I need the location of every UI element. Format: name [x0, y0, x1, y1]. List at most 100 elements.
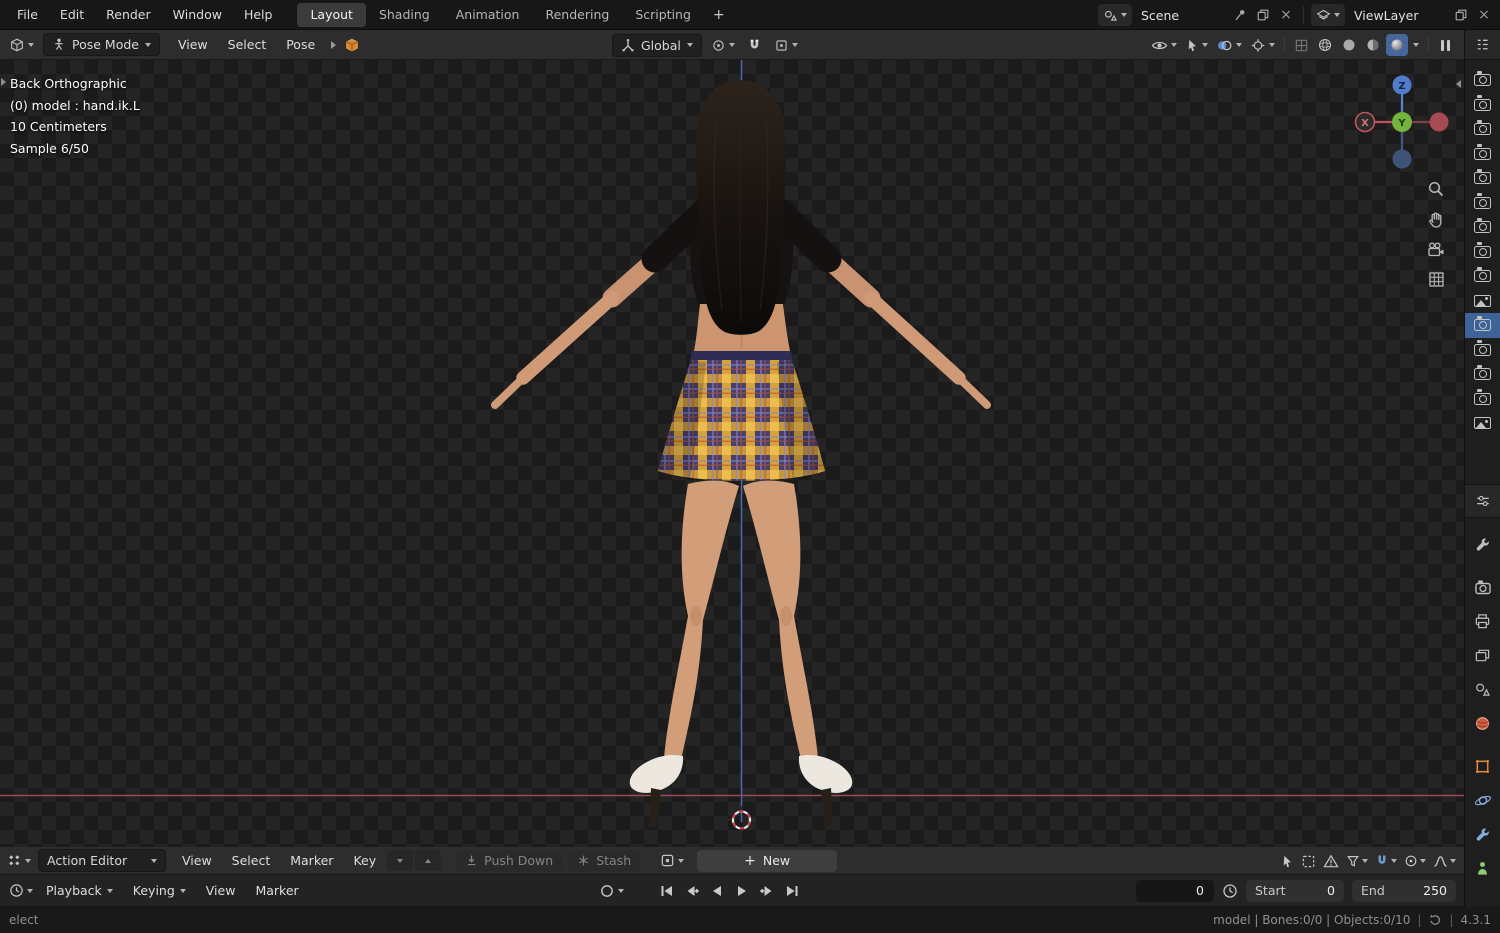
outliner-object-icon[interactable] [1465, 264, 1500, 289]
outliner-object-icon[interactable] [1465, 411, 1500, 436]
dope-menu-item[interactable]: Marker [280, 847, 343, 874]
outliner-object-icon[interactable] [1465, 191, 1500, 216]
jump-to-end-button[interactable] [780, 880, 803, 902]
tab-object-data[interactable] [1465, 852, 1500, 886]
push-down-button[interactable]: Push Down [456, 849, 563, 872]
camera-view-icon[interactable] [1427, 242, 1445, 258]
navigation-gizmo[interactable]: Z X Y [1342, 62, 1462, 182]
outliner-object-icon[interactable] [1465, 93, 1500, 118]
workspace-tab[interactable]: Rendering [532, 3, 622, 27]
gizmos-dropdown[interactable] [1247, 34, 1278, 56]
properties-header[interactable] [1465, 483, 1500, 518]
workspace-tab[interactable]: Layout [297, 2, 366, 27]
frame-end-field[interactable]: End 250 [1352, 879, 1456, 902]
dope-menu-item[interactable]: Select [222, 847, 281, 874]
gizmo-z-neg-axis[interactable] [1392, 149, 1412, 169]
dope-menu-item[interactable]: View [172, 847, 222, 874]
mode-dropdown[interactable]: Pose Mode [43, 33, 160, 56]
move-channel-down-button[interactable] [387, 850, 414, 871]
tab-output[interactable] [1465, 605, 1500, 639]
transform-orientation-dropdown[interactable]: Global [612, 33, 702, 57]
outliner-object-icon[interactable] [1465, 68, 1500, 93]
outliner-object-icon[interactable] [1465, 240, 1500, 265]
new-action-button[interactable]: New [697, 849, 838, 872]
action-editor-mode-dropdown[interactable]: Action Editor [38, 849, 166, 872]
viewport-menu-item[interactable]: Select [218, 30, 277, 59]
tab-modifiers[interactable] [1465, 818, 1500, 852]
workspace-tab[interactable]: Animation [443, 3, 533, 27]
tab-physics[interactable] [1465, 784, 1500, 818]
jump-to-start-button[interactable] [655, 880, 678, 902]
jump-next-keyframe-button[interactable] [755, 880, 778, 902]
workspace-tab[interactable]: Scripting [622, 3, 704, 27]
tab-scene[interactable] [1465, 673, 1500, 707]
shading-solid-button[interactable] [1338, 34, 1360, 56]
outliner-object-icon[interactable] [1465, 387, 1500, 412]
outliner-object-icon[interactable] [1465, 215, 1500, 240]
shading-wireframe-button[interactable] [1314, 34, 1336, 56]
timeline-menu-item[interactable]: View [196, 875, 246, 906]
scene-name-field[interactable]: Scene [1135, 8, 1227, 23]
show-hidden-box-icon[interactable] [1301, 854, 1316, 869]
overlays-dropdown[interactable] [1213, 34, 1245, 56]
jump-prev-keyframe-button[interactable] [680, 880, 703, 902]
xray-toggle[interactable] [1291, 34, 1312, 56]
dope-menu-item[interactable]: Key [343, 847, 386, 874]
selectability-dropdown[interactable] [1182, 34, 1211, 56]
auto-keying-toggle[interactable] [600, 884, 624, 898]
tab-tool[interactable] [1465, 528, 1500, 562]
play-button[interactable] [730, 880, 753, 902]
pause-render-button[interactable] [1435, 39, 1456, 51]
keyframe-interpolation-dropdown[interactable] [1433, 855, 1456, 868]
view-layer-selector[interactable] [1311, 4, 1345, 26]
frame-start-field[interactable]: Start 0 [1246, 879, 1344, 902]
tab-object[interactable] [1465, 750, 1500, 784]
tab-world[interactable] [1465, 707, 1500, 741]
gizmo-x-neg-axis[interactable] [1429, 112, 1449, 132]
menubar-item[interactable]: Render [95, 0, 162, 29]
outliner-object-icon[interactable] [1465, 338, 1500, 363]
viewport-menu-item[interactable]: View [168, 30, 218, 59]
shading-rendered-button[interactable] [1386, 34, 1408, 56]
outliner-object-icon[interactable] [1465, 313, 1500, 338]
tab-view-layer[interactable] [1465, 639, 1500, 673]
remove-view-layer-icon[interactable] [1474, 4, 1494, 26]
menubar-item[interactable]: File [6, 0, 49, 29]
playback-menu[interactable]: Playback [36, 875, 123, 906]
play-reverse-button[interactable] [705, 880, 728, 902]
shading-options-chevron-icon[interactable] [1413, 43, 1419, 47]
keying-menu[interactable]: Keying [123, 875, 196, 906]
tab-render[interactable] [1465, 571, 1500, 605]
menubar-item[interactable]: Edit [49, 0, 95, 29]
zoom-icon[interactable] [1427, 180, 1445, 198]
move-channel-up-button[interactable] [415, 850, 442, 871]
close-scene-icon[interactable] [1276, 4, 1296, 26]
browse-action-dropdown[interactable] [657, 850, 687, 872]
outliner-object-icon[interactable] [1465, 166, 1500, 191]
outliner-header[interactable] [1465, 30, 1500, 60]
dope-editor-type-dropdown[interactable] [4, 850, 34, 872]
pin-scene-icon[interactable] [1230, 4, 1250, 26]
visibility-dropdown[interactable] [1148, 34, 1180, 56]
outliner-object-icon[interactable] [1465, 117, 1500, 142]
menubar-item[interactable]: Help [233, 0, 284, 29]
new-view-layer-icon[interactable] [1451, 4, 1471, 26]
outliner-object-icon[interactable] [1465, 142, 1500, 167]
workspace-tab[interactable]: Shading [366, 3, 443, 27]
show-errors-warning-icon[interactable] [1323, 854, 1339, 868]
editor-type-dropdown[interactable] [6, 34, 37, 56]
toolbar-expand-chevron-icon[interactable] [1, 78, 6, 86]
current-frame-field[interactable]: 0 [1136, 879, 1214, 902]
orthographic-grid-icon[interactable] [1428, 271, 1445, 288]
outliner-object-icon[interactable] [1465, 362, 1500, 387]
stash-button[interactable]: Stash [568, 849, 641, 872]
snap-toggle[interactable] [744, 34, 765, 56]
viewport-menu-item[interactable]: Pose [276, 30, 325, 59]
pivot-point-dropdown[interactable] [708, 34, 738, 56]
menubar-item[interactable]: Window [162, 0, 233, 29]
only-selected-cursor-icon[interactable] [1280, 854, 1294, 869]
proportional-edit-dropdown[interactable] [1404, 854, 1426, 868]
view-layer-name-field[interactable]: ViewLayer [1348, 8, 1448, 23]
snap-settings-dropdown[interactable] [771, 34, 801, 56]
active-object-icon[interactable] [344, 37, 360, 53]
